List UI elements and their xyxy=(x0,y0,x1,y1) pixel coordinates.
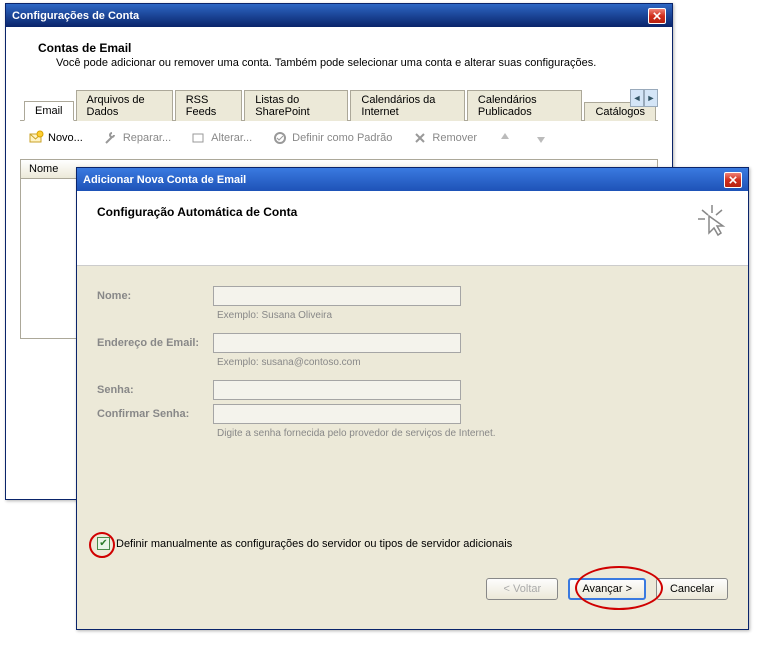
password-field[interactable] xyxy=(213,380,461,400)
checkmark-icon: ✔ xyxy=(99,539,107,549)
change-icon xyxy=(191,130,207,146)
password-label: Senha: xyxy=(97,384,213,396)
tab-scroll-left[interactable]: ◄ xyxy=(630,89,644,107)
window-title: Configurações de Conta xyxy=(12,10,139,22)
email-field[interactable] xyxy=(213,333,461,353)
checkbox-label: Definir manualmente as configurações do … xyxy=(116,538,512,550)
tabstrip: Email Arquivos de Dados RSS Feeds Listas… xyxy=(20,89,658,121)
section-description: Você pode adicionar ou remover uma conta… xyxy=(56,57,658,69)
checkbox-box: ✔ xyxy=(97,537,110,550)
repair-icon xyxy=(103,130,119,146)
close-icon xyxy=(729,176,737,184)
titlebar[interactable]: Adicionar Nova Conta de Email xyxy=(77,168,748,191)
cancel-button[interactable]: Cancelar xyxy=(656,578,728,600)
tab-email[interactable]: Email xyxy=(24,101,74,121)
arrow-down-icon xyxy=(533,130,549,146)
name-hint: Exemplo: Susana Oliveira xyxy=(217,310,728,321)
email-label: Endereço de Email: xyxy=(97,337,213,349)
email-hint: Exemplo: susana@contoso.com xyxy=(217,357,728,368)
cursor-click-icon xyxy=(696,205,728,237)
add-email-account-window: Adicionar Nova Conta de Email Configuraç… xyxy=(76,167,749,630)
manual-config-checkbox[interactable]: ✔ Definir manualmente as configurações d… xyxy=(97,537,512,550)
move-up-button[interactable] xyxy=(493,127,517,149)
close-button[interactable] xyxy=(724,172,742,188)
confirm-password-field[interactable] xyxy=(213,404,461,424)
confirm-password-label: Confirmar Senha: xyxy=(97,408,213,420)
name-label: Nome: xyxy=(97,290,213,302)
tab-sharepoint[interactable]: Listas do SharePoint xyxy=(244,90,348,121)
wizard-header: Configuração Automática de Conta xyxy=(77,191,748,266)
remove-icon xyxy=(412,130,428,146)
name-field[interactable] xyxy=(213,286,461,306)
wizard-title: Configuração Automática de Conta xyxy=(97,205,297,237)
close-icon xyxy=(653,12,661,20)
repair-button[interactable]: Reparar... xyxy=(99,127,175,149)
repair-label: Reparar... xyxy=(123,132,171,144)
tab-scroll-right[interactable]: ► xyxy=(644,89,658,107)
set-default-button[interactable]: Definir como Padrão xyxy=(268,127,396,149)
back-button[interactable]: < Voltar xyxy=(486,578,558,600)
wizard-body: Nome: Exemplo: Susana Oliveira Endereço … xyxy=(77,266,748,566)
change-button[interactable]: Alterar... xyxy=(187,127,256,149)
tab-published-cal[interactable]: Calendários Publicados xyxy=(467,90,583,121)
toolbar: Novo... Reparar... Alterar... Definir co… xyxy=(20,121,658,155)
new-button[interactable]: Novo... xyxy=(24,127,87,149)
arrow-up-icon xyxy=(497,130,513,146)
window-title: Adicionar Nova Conta de Email xyxy=(83,174,246,186)
remove-label: Remover xyxy=(432,132,477,144)
new-icon xyxy=(28,130,44,146)
next-button[interactable]: Avançar > xyxy=(568,578,646,600)
section-title: Contas de Email xyxy=(38,41,658,55)
default-label: Definir como Padrão xyxy=(292,132,392,144)
tab-data-files[interactable]: Arquivos de Dados xyxy=(76,90,173,121)
wizard-footer: < Voltar Avançar > Cancelar xyxy=(77,566,748,612)
change-label: Alterar... xyxy=(211,132,252,144)
password-hint: Digite a senha fornecida pelo provedor d… xyxy=(217,428,728,439)
remove-button[interactable]: Remover xyxy=(408,127,481,149)
close-button[interactable] xyxy=(648,8,666,24)
new-label: Novo... xyxy=(48,132,83,144)
move-down-button[interactable] xyxy=(529,127,553,149)
tab-internet-cal[interactable]: Calendários da Internet xyxy=(350,90,465,121)
default-icon xyxy=(272,130,288,146)
tab-rss[interactable]: RSS Feeds xyxy=(175,90,243,121)
titlebar[interactable]: Configurações de Conta xyxy=(6,4,672,27)
tab-scroll-arrows: ◄ ► xyxy=(630,89,658,107)
